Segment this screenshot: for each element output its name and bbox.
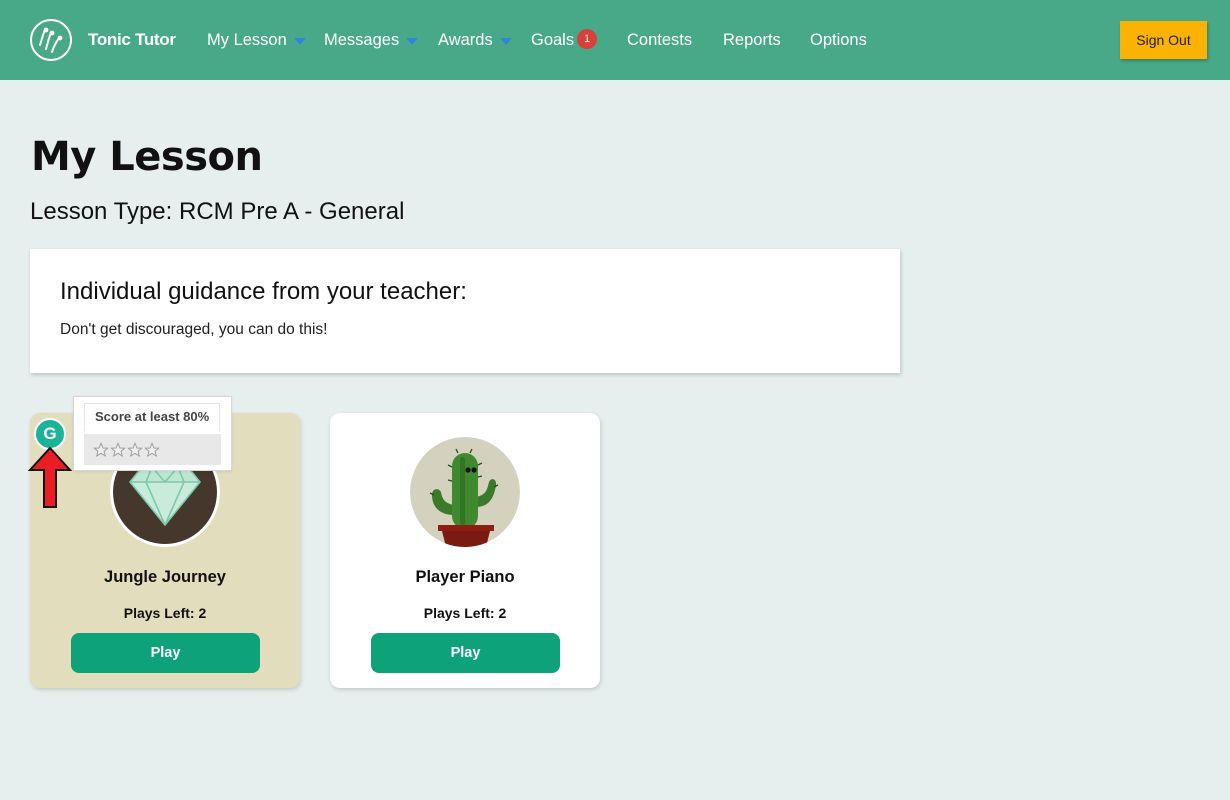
lesson-card-player-piano: Player Piano Plays Left: 2 Play	[330, 413, 600, 688]
nav-messages[interactable]: Messages	[324, 31, 419, 50]
nav-my-lesson[interactable]: My Lesson	[207, 31, 306, 50]
star-rating	[84, 434, 221, 465]
caret-down-icon	[406, 38, 419, 45]
card-title: Jungle Journey	[104, 568, 226, 586]
sign-out-button[interactable]: Sign Out	[1120, 21, 1207, 59]
plays-left: Plays Left: 2	[423, 605, 507, 621]
cactus-icon	[410, 437, 520, 547]
plays-left: Plays Left: 2	[123, 605, 207, 621]
nav-label: My Lesson	[207, 31, 287, 49]
tooltip-title: Score at least 80%	[84, 403, 220, 431]
brand-name[interactable]: Tonic Tutor	[88, 30, 176, 50]
lesson-type: Lesson Type: RCM Pre A - General	[30, 198, 405, 225]
star-empty-icon	[144, 441, 160, 457]
logo-icon[interactable]	[30, 19, 72, 61]
star-empty-icon	[93, 441, 109, 457]
navbar: Tonic Tutor My Lesson Messages Awards Go…	[0, 0, 1230, 80]
nav-label: Awards	[438, 31, 493, 49]
nav-options[interactable]: Options	[810, 31, 867, 50]
nav-goals[interactable]: Goals 1	[531, 29, 598, 50]
guidance-text: Don't get discouraged, you can do this!	[60, 321, 328, 338]
goal-tooltip: Score at least 80%	[73, 396, 232, 471]
notification-badge: 1	[577, 29, 598, 49]
nav-reports[interactable]: Reports	[723, 31, 781, 50]
nav-awards[interactable]: Awards	[438, 31, 512, 50]
nav-label: Contests	[627, 31, 693, 49]
play-button[interactable]: Play	[371, 633, 560, 673]
guidance-title: Individual guidance from your teacher:	[60, 278, 467, 305]
nav-label: Reports	[723, 31, 781, 49]
page-title: My Lesson	[31, 134, 263, 180]
star-empty-icon	[110, 441, 126, 457]
caret-down-icon	[293, 38, 306, 45]
nav-label: Options	[810, 31, 867, 49]
play-button[interactable]: Play	[71, 633, 260, 673]
caret-down-icon	[499, 38, 512, 45]
star-empty-icon	[127, 441, 143, 457]
card-title: Player Piano	[415, 568, 515, 586]
teacher-guidance-panel: Individual guidance from your teacher: D…	[30, 249, 900, 373]
arrow-up-icon	[28, 446, 72, 508]
nav-label: Goals	[531, 31, 575, 49]
nav-label: Messages	[324, 31, 400, 49]
nav-contests[interactable]: Contests	[627, 31, 692, 50]
